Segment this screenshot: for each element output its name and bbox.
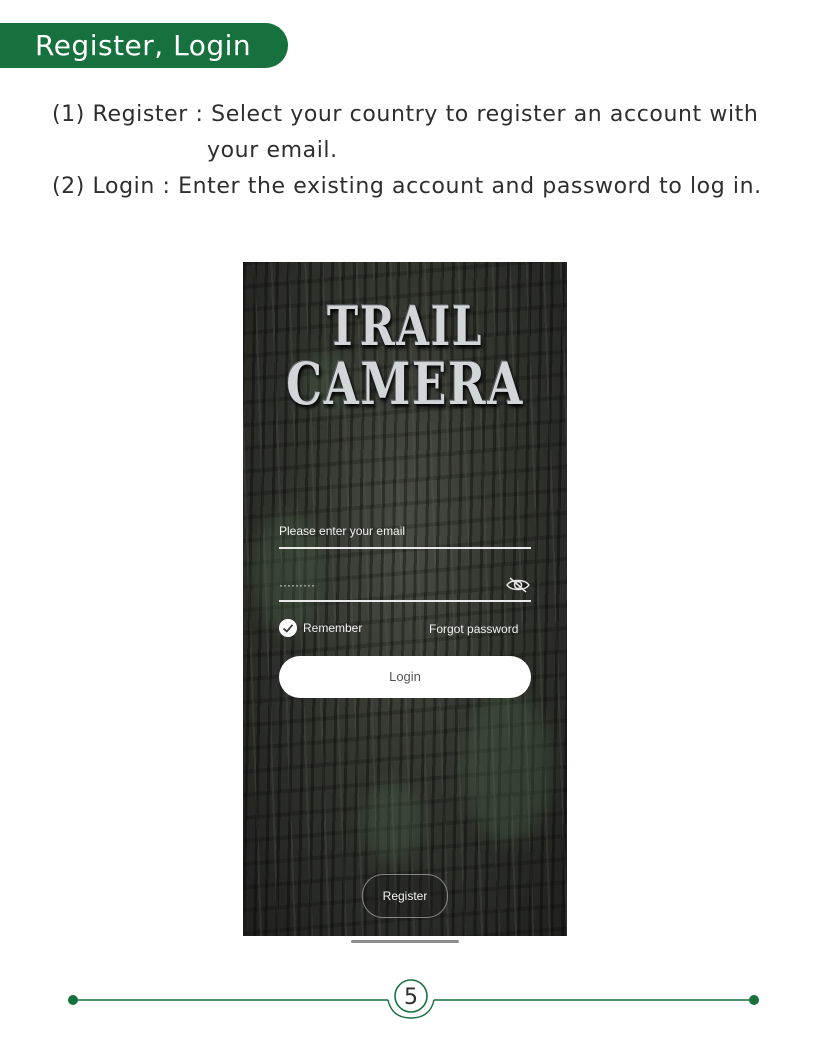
app-logo-line1: TRAIL	[326, 294, 484, 358]
page-number: 5	[404, 985, 418, 1010]
app-logo-line2: CAMERA	[286, 350, 524, 418]
email-input[interactable]: Please enter your email	[279, 524, 405, 538]
page-footer: 5	[68, 979, 759, 1019]
footer-dot-right	[749, 995, 759, 1005]
instruction-register-cont: your email.	[207, 138, 338, 163]
section-title: Register, Login	[35, 29, 252, 62]
instruction-register: (1) Register : Select your country to re…	[52, 102, 759, 127]
check-circle-icon[interactable]	[279, 619, 297, 637]
home-indicator	[351, 940, 459, 943]
phone-screenshot: TRAIL CAMERA Please enter your email ···…	[243, 262, 567, 936]
section-header: Register, Login	[0, 23, 288, 68]
instruction-login: (2) Login : Enter the existing account a…	[52, 174, 762, 199]
register-button[interactable]: Register	[362, 874, 448, 918]
login-button[interactable]: Login	[279, 656, 531, 698]
password-input[interactable]: ·········	[279, 578, 315, 592]
remember-label[interactable]: Remember	[303, 621, 362, 635]
password-underline	[279, 600, 531, 602]
eye-slash-icon[interactable]	[505, 576, 531, 594]
email-underline	[279, 547, 531, 549]
forgot-password-link[interactable]: Forgot password	[429, 622, 518, 636]
